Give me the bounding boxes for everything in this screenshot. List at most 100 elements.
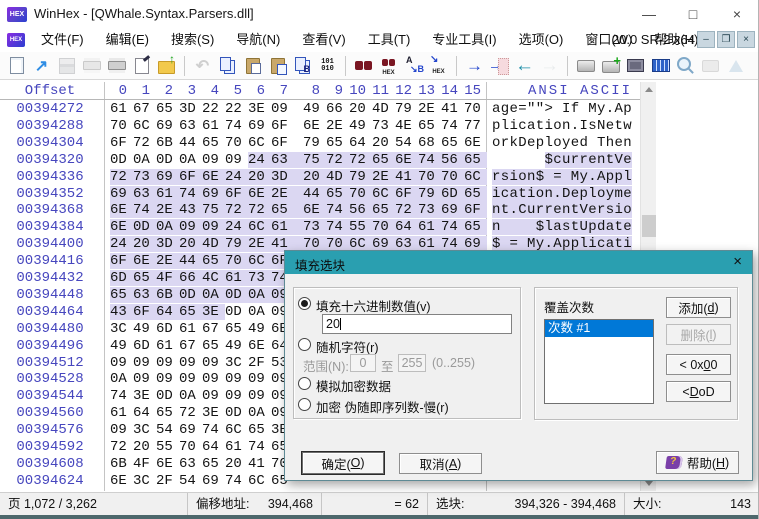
hex-byte[interactable]: 0D [110,152,133,168]
goto-block-icon[interactable] [487,54,512,77]
open-file-icon[interactable] [29,54,54,77]
close-button[interactable]: × [715,0,759,28]
hex-byte[interactable]: 6F [464,202,487,219]
hex-byte[interactable]: 6F [395,185,418,202]
hex-byte[interactable]: 44 [179,135,202,151]
hex-byte[interactable]: 09 [202,152,225,168]
hex-byte[interactable]: 65 [326,135,349,151]
hex-byte[interactable]: 72 [225,202,248,219]
hex-byte[interactable]: 09 [110,355,133,371]
hex-byte[interactable]: 43 [179,202,202,219]
hex-byte[interactable]: 73 [248,270,271,286]
hex-byte[interactable]: 56 [441,151,464,168]
hex-byte[interactable]: 69 [156,168,179,185]
hex-byte[interactable]: 0D [225,304,248,320]
hex-byte[interactable]: 72 [110,439,133,455]
hex-byte[interactable]: 6C [248,253,271,270]
hex-byte[interactable]: 49 [225,338,248,354]
hex-byte[interactable]: 61 [418,219,441,236]
hex-byte[interactable]: 09 [271,101,294,117]
ram-editor-icon[interactable] [623,54,648,77]
ascii-cell[interactable]: nt.CurrentVersio [492,202,638,219]
hex-byte[interactable]: 20 [225,456,248,472]
clipped-edge-icon[interactable] [723,54,748,77]
hex-byte[interactable]: 3D [156,236,179,253]
hex-byte[interactable]: 65 [202,253,225,270]
hex-byte[interactable]: 61 [271,219,294,236]
menu-item-7[interactable]: 选项(O) [508,28,575,52]
hex-byte[interactable]: 65 [271,202,294,219]
hex-byte[interactable]: 63 [133,185,156,202]
hex-byte[interactable]: 41 [441,101,464,117]
hex-byte[interactable]: 3C [225,355,248,371]
hex-byte[interactable]: 67 [133,101,156,117]
hex-byte[interactable]: 22 [202,101,225,117]
hex-byte[interactable]: 79 [349,168,372,185]
hex-byte[interactable]: 6F [271,135,294,151]
hex-byte[interactable]: 54 [395,135,418,151]
hex-byte[interactable]: 4E [395,118,418,134]
zoom-icon[interactable] [673,54,698,77]
hex-byte[interactable]: 66 [179,270,202,286]
hex-byte[interactable]: 3E [202,405,225,421]
hex-byte[interactable]: 41 [395,168,418,185]
print-icon[interactable] [104,54,129,77]
hex-byte[interactable]: 09 [248,371,271,387]
hex-byte[interactable]: 24 [110,236,133,253]
hex-byte[interactable]: 2E [156,202,179,219]
hex-byte[interactable]: 63 [271,151,294,168]
hex-byte[interactable]: 0D [179,286,202,303]
ascii-cell[interactable]: ication.Deployme [492,185,638,202]
ascii-cell[interactable]: n $lastUpdate [492,219,638,236]
hex-byte[interactable]: 49 [110,338,133,354]
hex-byte[interactable]: 74 [225,118,248,134]
scroll-up-icon[interactable] [641,82,657,97]
hex-byte[interactable]: 20 [248,168,271,185]
hex-byte[interactable]: 6F [271,118,294,134]
hex-byte[interactable]: 72 [248,202,271,219]
hex-byte[interactable]: 0A [156,219,179,236]
hex-byte[interactable]: 6C [248,219,271,236]
menu-item-2[interactable]: 搜索(S) [160,28,225,52]
hex-byte[interactable]: 6E [248,338,271,354]
hex-byte[interactable]: 0A [248,304,271,320]
hex-byte[interactable]: 6F [110,253,133,270]
hex-byte[interactable]: 74 [133,202,156,219]
menu-item-4[interactable]: 查看(V) [291,28,356,52]
ascii-cell[interactable]: plication.IsNetw [492,118,638,134]
hex-byte[interactable]: 0D [156,388,179,404]
hex-byte[interactable]: 74 [110,388,133,404]
hex-byte[interactable]: 65 [441,135,464,151]
hex-byte[interactable]: 6E [202,168,225,185]
hex-byte[interactable]: 65 [110,286,133,303]
hex-byte[interactable]: 61 [225,439,248,455]
hex-byte[interactable]: 6F [133,303,156,320]
hex-byte[interactable]: 64 [156,303,179,320]
hex-byte[interactable]: 6C [225,422,248,438]
hex-byte[interactable]: 2E [418,101,441,117]
ascii-cell[interactable]: rsion$ = My.Appl [492,168,638,185]
menu-item-1[interactable]: 编辑(E) [95,28,160,52]
hex-byte[interactable]: 65 [372,151,395,168]
hex-byte[interactable]: 63 [179,456,202,472]
hex-byte[interactable]: 65 [133,270,156,286]
hex-byte[interactable]: 64 [202,439,225,455]
hex-byte[interactable]: 72 [395,202,418,219]
hex-byte[interactable]: 49 [303,101,326,117]
hex-byte[interactable]: 74 [326,219,349,236]
hex-byte[interactable]: 74 [179,185,202,202]
range-min-input[interactable]: 0 [350,354,376,372]
replace-text-icon[interactable] [401,54,426,77]
hex-byte[interactable]: 64 [349,135,372,151]
hex-byte[interactable]: 70 [441,168,464,185]
hex-byte[interactable]: 73 [372,118,395,134]
hex-byte[interactable]: 67 [179,338,202,354]
hex-byte[interactable]: 09 [133,371,156,387]
hex-byte[interactable]: 6C [464,168,487,185]
hex-byte[interactable]: 0A [179,388,202,404]
hex-byte[interactable]: 70 [179,439,202,455]
hex-byte[interactable]: 65 [225,321,248,337]
help-button[interactable]: 帮助(H) [656,451,739,474]
hex-byte[interactable]: 61 [156,338,179,354]
hex-byte[interactable]: 65 [179,303,202,320]
